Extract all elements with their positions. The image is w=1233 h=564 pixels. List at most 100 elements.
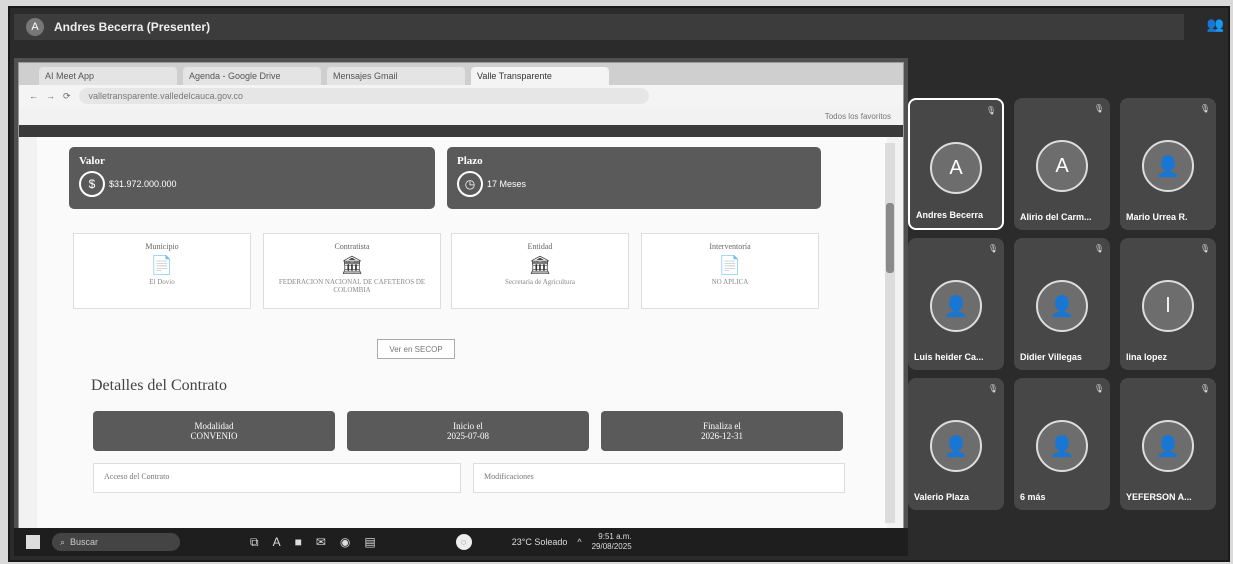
participant-avatar: 👤 — [1142, 140, 1194, 192]
task-view-icon[interactable]: ⧉ — [250, 535, 259, 550]
mic-muted-icon: 🎙 — [1199, 244, 1210, 253]
participant-tile[interactable]: 🎙 A Alirio del Carm... — [1014, 98, 1110, 230]
explorer-icon[interactable]: ▤ — [364, 535, 375, 550]
participant-name: Alirio del Carm... — [1020, 212, 1092, 222]
participant-name: Andres Becerra — [916, 210, 984, 220]
store-icon[interactable]: ■ — [295, 535, 302, 550]
search-icon: ⌕ — [60, 536, 66, 547]
section-title: Detalles del Contrato — [91, 377, 227, 394]
tray-chevron-icon[interactable]: ^ — [577, 537, 581, 547]
forward-icon[interactable]: → — [46, 91, 55, 101]
mic-muted-icon: 🎙 — [985, 106, 996, 115]
meeting-window: A Andres Becerra (Presenter) 👥 AI Meet A… — [8, 6, 1230, 562]
participant-tile[interactable]: 🎙 👤 Mario Urrea R. — [1120, 98, 1216, 230]
page-content: Valor $ $31.972.000.000 Plazo ◷ 17 Meses… — [37, 137, 887, 529]
detail-value: 2026-12-31 — [701, 431, 743, 441]
clock[interactable]: 9:51 a.m. 29/08/2025 — [592, 532, 632, 552]
info-value: Secretaría de Agricultura — [505, 278, 575, 286]
participant-name: YEFERSON A... — [1126, 492, 1192, 502]
participant-name: Luis heider Ca... — [914, 352, 984, 362]
participants-icon[interactable]: 👥 — [1207, 16, 1224, 33]
tab-strip: AI Meet App Agenda - Google Drive Mensaj… — [19, 63, 903, 85]
info-title: Interventoría — [709, 242, 751, 251]
participant-avatar: A — [1036, 140, 1088, 192]
taskbar-search-label: Buscar — [70, 537, 99, 547]
participant-name: lina lopez — [1126, 352, 1168, 362]
participant-name: Valerio Plaza — [914, 492, 970, 502]
browser-tab[interactable]: Agenda - Google Drive — [183, 67, 321, 85]
system-tray: 23°C Soleado ^ 9:51 a.m. 29/08/2025 — [512, 532, 632, 552]
url-field[interactable]: valletransparente.valledelcauca.gov.co — [78, 88, 649, 104]
shared-screen: AI Meet App Agenda - Google Drive Mensaj… — [14, 58, 908, 556]
mic-muted-icon: 🎙 — [1199, 384, 1210, 393]
document-icon: 📄 — [718, 255, 742, 275]
participant-name: Mario Urrea R. — [1126, 212, 1188, 222]
value-label: Valor — [79, 155, 105, 167]
participant-avatar: l — [1142, 280, 1194, 332]
info-value: NO APLICA — [711, 278, 749, 286]
back-icon[interactable]: ← — [29, 91, 38, 101]
bookmarks-bar[interactable]: Todos los favoritos — [19, 107, 903, 125]
scroll-thumb[interactable] — [886, 203, 894, 273]
presenter-name: Andres Becerra (Presenter) — [54, 20, 211, 34]
participant-tile[interactable]: 🎙 👤 Valerio Plaza — [908, 378, 1004, 510]
info-title: Contratista — [334, 242, 370, 251]
term-value: 17 Meses — [487, 179, 527, 189]
chrome-icon[interactable]: ◉ — [340, 535, 350, 550]
mic-muted-icon: 🎙 — [987, 384, 998, 393]
mail-icon[interactable]: ✉ — [316, 535, 326, 550]
participant-avatar: A — [930, 142, 982, 194]
mic-muted-icon: 🎙 — [1199, 104, 1210, 113]
participant-tile[interactable]: 🎙 👤 Luis heider Ca... — [908, 238, 1004, 370]
browser-window: AI Meet App Agenda - Google Drive Mensaj… — [18, 62, 904, 530]
reload-icon[interactable]: ⟳ — [63, 91, 71, 102]
subsection-modificaciones[interactable]: Modificaciones — [473, 463, 845, 493]
value-card: Valor $ $31.972.000.000 — [69, 147, 435, 209]
participant-name: 6 más — [1020, 492, 1046, 502]
taskbar-apps: ⧉ A ■ ✉ ◉ ▤ — [250, 535, 376, 550]
info-card-entidad: Entidad 🏛 Secretaría de Agricultura — [451, 233, 629, 309]
value-amount: $31.972.000.000 — [109, 179, 177, 189]
info-value: FEDERACION NACIONAL DE CAFETEROS DE COLO… — [278, 278, 426, 294]
weather-text[interactable]: 23°C Soleado — [512, 537, 568, 547]
participant-avatar: 👤 — [930, 420, 982, 472]
participant-tile[interactable]: 🎙 👤 6 más — [1014, 378, 1110, 510]
detail-label: Finaliza el — [703, 421, 741, 431]
mic-muted-icon: 🎙 — [1093, 244, 1104, 253]
acrobat-icon[interactable]: A — [273, 535, 281, 550]
detail-modalidad: Modalidad CONVENIO — [93, 411, 335, 451]
info-title: Entidad — [527, 242, 553, 251]
term-label: Plazo — [457, 155, 483, 167]
money-bag-icon: $ — [79, 171, 105, 197]
browser-tab[interactable]: AI Meet App — [39, 67, 177, 85]
detail-label: Inicio el — [453, 421, 483, 431]
subsection-acceso[interactable]: Acceso del Contrato — [93, 463, 461, 493]
page-scrollbar[interactable] — [885, 143, 895, 523]
detail-finaliza: Finaliza el 2026-12-31 — [601, 411, 843, 451]
info-title: Municipio — [145, 242, 179, 251]
participant-tile[interactable]: 🎙 A Andres Becerra — [908, 98, 1004, 230]
view-secop-button[interactable]: Ver en SECOP — [377, 339, 455, 359]
browser-tab[interactable]: Mensajes Gmail — [327, 67, 465, 85]
building-icon: 🏛 — [528, 255, 552, 275]
detail-value: CONVENIO — [190, 431, 238, 441]
participant-name: Didier Villegas — [1020, 352, 1082, 362]
address-bar-row: ← → ⟳ valletransparente.valledelcauca.go… — [19, 85, 903, 107]
start-icon[interactable] — [26, 535, 40, 549]
participant-tile[interactable]: 🎙 l lina lopez — [1120, 238, 1216, 370]
participant-tile[interactable]: 🎙 👤 YEFERSON A... — [1120, 378, 1216, 510]
windows-taskbar: ⌕ Buscar ⧉ A ■ ✉ ◉ ▤ ◌ 23°C Soleado ^ 9:5… — [14, 528, 908, 556]
weather-app-icon[interactable]: ◌ — [455, 534, 472, 550]
clock-icon: ◷ — [457, 171, 483, 197]
info-value: El Dovio — [149, 278, 175, 286]
taskbar-search[interactable]: ⌕ Buscar — [52, 533, 180, 551]
info-card-interventoria: Interventoría 📄 NO APLICA — [641, 233, 819, 309]
presenter-bar: A Andres Becerra (Presenter) 👥 — [14, 14, 1224, 40]
info-card-contratista: Contratista 🏛 FEDERACION NACIONAL DE CAF… — [263, 233, 441, 309]
participant-avatar: 👤 — [1036, 420, 1088, 472]
presenter-avatar: A — [26, 18, 44, 36]
document-icon: 📄 — [150, 255, 174, 275]
participant-avatar: 👤 — [1142, 420, 1194, 472]
browser-tab-active[interactable]: Valle Transparente — [471, 67, 609, 85]
participant-tile[interactable]: 🎙 👤 Didier Villegas — [1014, 238, 1110, 370]
